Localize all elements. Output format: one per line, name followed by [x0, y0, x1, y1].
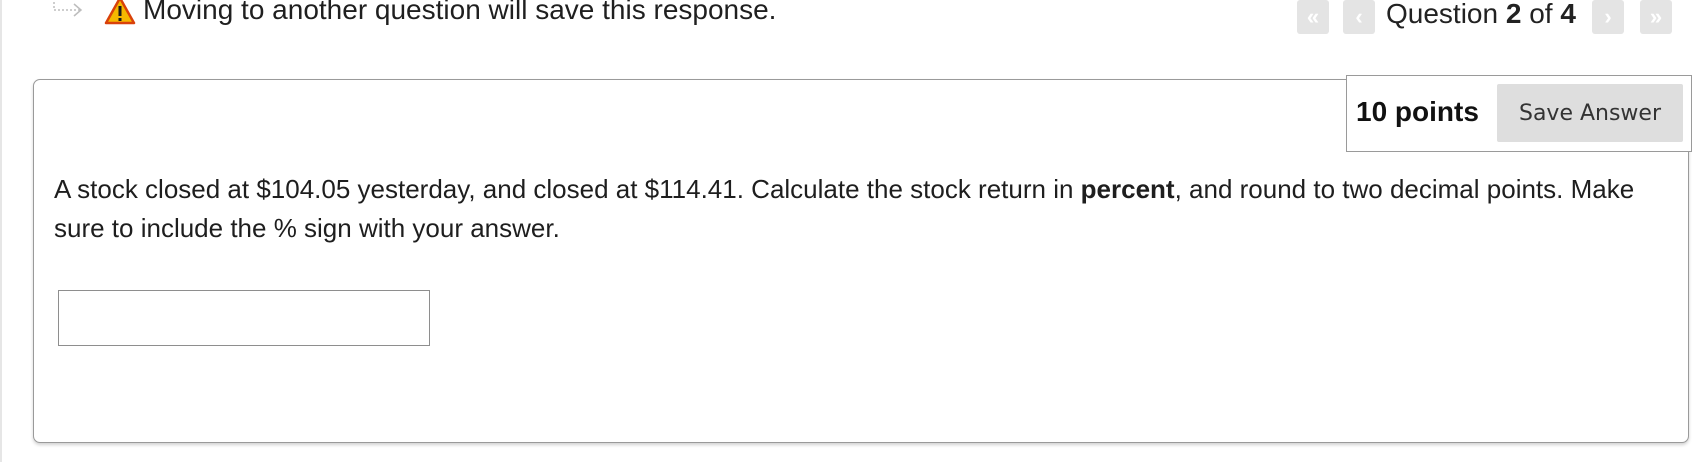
first-question-button[interactable]: « — [1297, 0, 1329, 34]
save-answer-button[interactable]: Save Answer — [1497, 84, 1683, 142]
previous-question-button[interactable]: ‹ — [1343, 0, 1375, 34]
left-edge-rule — [0, 0, 2, 462]
top-bar: Moving to another question will save thi… — [0, 0, 1694, 44]
current-question-number: 2 — [1505, 0, 1522, 29]
points-label: 10 points — [1356, 96, 1479, 127]
answer-input[interactable] — [58, 290, 430, 346]
prompt-text-1: A stock closed at $104.05 yesterday, and… — [54, 174, 1081, 204]
warning-icon — [104, 0, 136, 25]
save-warning-text: Moving to another question will save thi… — [143, 0, 777, 25]
double-chevron-right-icon: » — [1649, 4, 1663, 29]
question-word: Question — [1386, 0, 1499, 29]
of-word: of — [1529, 0, 1553, 29]
chevron-left-icon: ‹ — [1355, 4, 1363, 29]
double-chevron-left-icon: « — [1306, 4, 1320, 29]
points-header: 10 points Save Answer — [1346, 75, 1692, 152]
question-prompt: A stock closed at $104.05 yesterday, and… — [54, 170, 1674, 248]
total-question-count: 4 — [1560, 0, 1576, 29]
chevron-right-icon: › — [1604, 4, 1612, 29]
prompt-emphasis: percent — [1080, 174, 1175, 204]
dotted-arrow-icon — [53, 2, 83, 17]
next-question-button[interactable]: › — [1592, 0, 1624, 34]
question-counter: Question 2 of 4 — [1386, 0, 1576, 30]
last-question-button[interactable]: » — [1640, 0, 1672, 34]
